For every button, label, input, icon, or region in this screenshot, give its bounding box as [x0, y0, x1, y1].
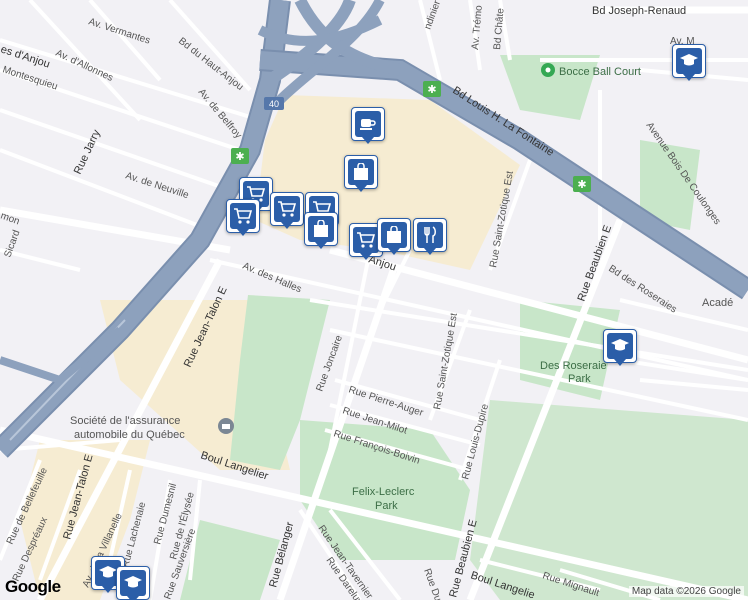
street-label: Rue Saint-Zotique Est — [432, 312, 460, 410]
shopping-bag-icon — [308, 216, 334, 242]
poi-label: automobile du Québec — [74, 429, 185, 441]
street-label: Rue Dupire — [421, 567, 449, 600]
poi-label: Park — [375, 500, 398, 512]
grocery-marker[interactable] — [226, 199, 260, 237]
map-base-layer: 40 ✱ ✱ ✱ Av. Vermantes Bd du Haut-Anjou — [0, 0, 748, 600]
shopping-marker[interactable] — [304, 212, 338, 250]
svg-text:✱: ✱ — [577, 179, 586, 191]
poi-label: Felix-Leclerc — [352, 486, 415, 498]
school-marker[interactable] — [603, 329, 637, 367]
map-canvas[interactable]: 40 ✱ ✱ ✱ Av. Vermantes Bd du Haut-Anjou — [0, 0, 748, 600]
street-label: Bd des Roseraies — [606, 263, 678, 315]
street-label: Montesquieu — [1, 64, 59, 92]
street-label: Av. d'Allonnes — [54, 48, 115, 84]
graduation-cap-icon — [120, 570, 146, 596]
poi-label: Park — [568, 373, 591, 385]
government-building-icon — [218, 418, 234, 434]
shopping-cart-icon — [274, 196, 300, 222]
street-label: Av. Vermantes — [87, 16, 151, 46]
poi-label: Acadé — [702, 297, 733, 309]
poi-label: Des Roseraie — [540, 360, 607, 372]
school-marker[interactable] — [116, 566, 150, 600]
graduation-cap-icon — [676, 48, 702, 74]
school-marker[interactable] — [672, 44, 706, 82]
street-label: Av. de Neuville — [124, 170, 190, 201]
map-data-credit[interactable]: Map data ©2026 Google — [628, 586, 744, 597]
shopping-marker[interactable] — [344, 155, 378, 193]
maple-leaf-icon: ✱ — [573, 176, 591, 192]
cafe-marker[interactable] — [351, 107, 385, 145]
street-label: Bd Châte — [492, 7, 507, 50]
poi-label: Bocce Ball Court — [559, 66, 641, 78]
maple-leaf-icon: ✱ — [423, 81, 441, 97]
restaurant-marker[interactable] — [413, 218, 447, 256]
shopping-cart-icon — [353, 227, 379, 253]
highway-shield-label: 40 — [269, 99, 279, 109]
svg-text:✱: ✱ — [427, 84, 436, 96]
coffee-cup-icon — [355, 111, 381, 137]
svg-text:✱: ✱ — [235, 151, 244, 163]
graduation-cap-icon — [607, 333, 633, 359]
shopping-marker[interactable] — [377, 218, 411, 256]
google-logo[interactable]: Google — [5, 577, 61, 597]
street-label: Bd Joseph-Renaud — [592, 5, 686, 17]
shopping-cart-icon — [230, 203, 256, 229]
highway-shield: 40 — [264, 97, 284, 110]
maple-leaf-icon: ✱ — [231, 148, 249, 164]
grocery-marker[interactable] — [270, 192, 304, 230]
shopping-bag-icon — [348, 159, 374, 185]
shopping-bag-icon — [381, 222, 407, 248]
poi-label: Société de l'assurance — [70, 415, 180, 427]
park-pin-icon — [541, 63, 555, 77]
fork-knife-icon — [417, 222, 443, 248]
